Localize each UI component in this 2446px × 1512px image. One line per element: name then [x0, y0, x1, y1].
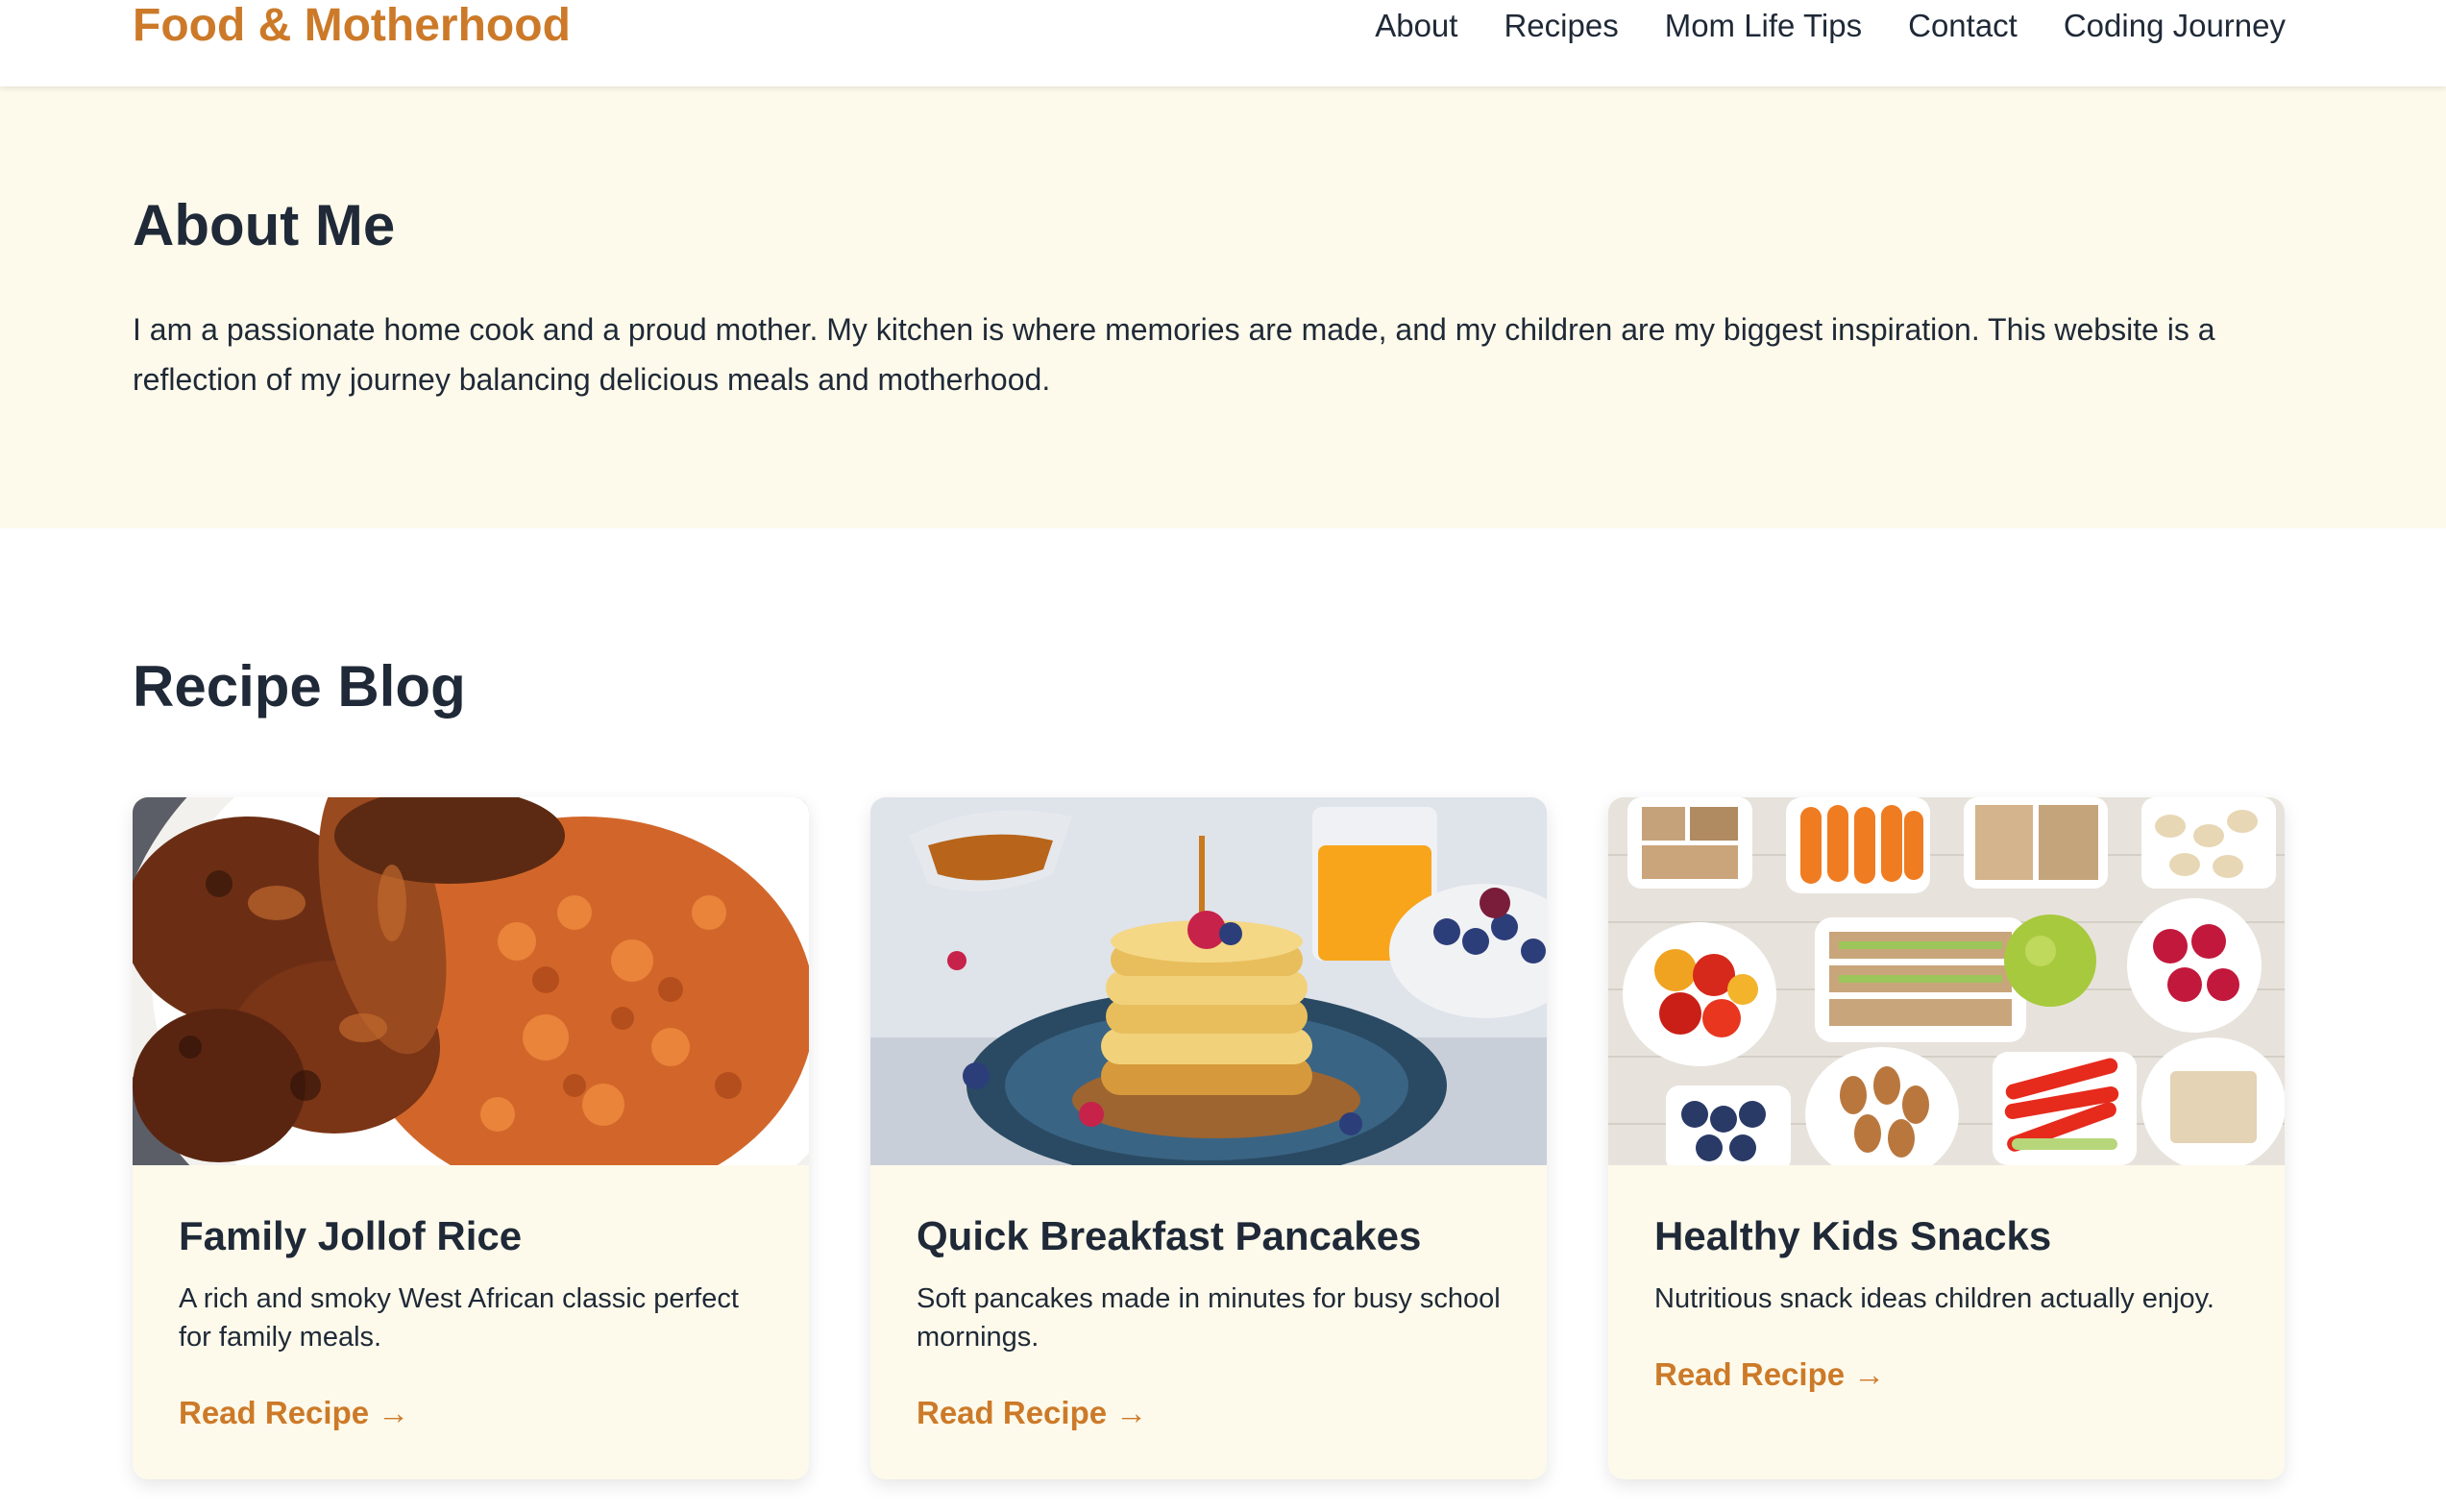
navbar: Food & Motherhood About Recipes Mom Life… [0, 0, 2446, 86]
nav-link-about[interactable]: About [1375, 4, 1457, 48]
about-section: About Me I am a passionate home cook and… [0, 86, 2446, 528]
recipe-card-jollof[interactable]: Family Jollof Rice A rich and smoky West… [133, 797, 809, 1479]
nav-link-mom-life-tips[interactable]: Mom Life Tips [1665, 4, 1862, 48]
recipe-blog-title: Recipe Blog [133, 654, 466, 719]
pancakes-photo [870, 797, 1547, 1165]
card-description: Nutritious snack ideas children actually… [1654, 1283, 2214, 1314]
card-description: A rich and smoky West African classic pe… [179, 1283, 739, 1353]
recipe-card-pancakes[interactable]: Quick Breakfast Pancakes Soft pancakes m… [870, 797, 1547, 1479]
card-title: Quick Breakfast Pancakes [917, 1213, 1422, 1258]
nav-link-coding-journey[interactable]: Coding Journey [2064, 4, 2286, 48]
jollof-rice-photo [133, 797, 809, 1165]
read-recipe-link[interactable]: Read Recipe → [917, 1393, 1147, 1433]
brand-logo[interactable]: Food & Motherhood [133, 0, 571, 52]
read-recipe-link[interactable]: Read Recipe → [179, 1393, 409, 1433]
nav-link-contact[interactable]: Contact [1908, 4, 2018, 48]
card-description: Soft pancakes made in minutes for busy s… [917, 1283, 1501, 1353]
nav-links: About Recipes Mom Life Tips Contact Codi… [1375, 4, 2286, 48]
kids-snacks-photo [1608, 797, 2285, 1165]
card-title: Family Jollof Rice [179, 1213, 523, 1258]
read-recipe-link[interactable]: Read Recipe → [1654, 1354, 1885, 1395]
nav-link-recipes[interactable]: Recipes [1504, 4, 1618, 48]
about-title: About Me [133, 193, 396, 257]
card-title: Healthy Kids Snacks [1654, 1213, 2052, 1258]
about-text: I am a passionate home cook and a proud … [133, 312, 2215, 397]
recipe-card-snacks[interactable]: Healthy Kids Snacks Nutritious snack ide… [1608, 797, 2285, 1479]
